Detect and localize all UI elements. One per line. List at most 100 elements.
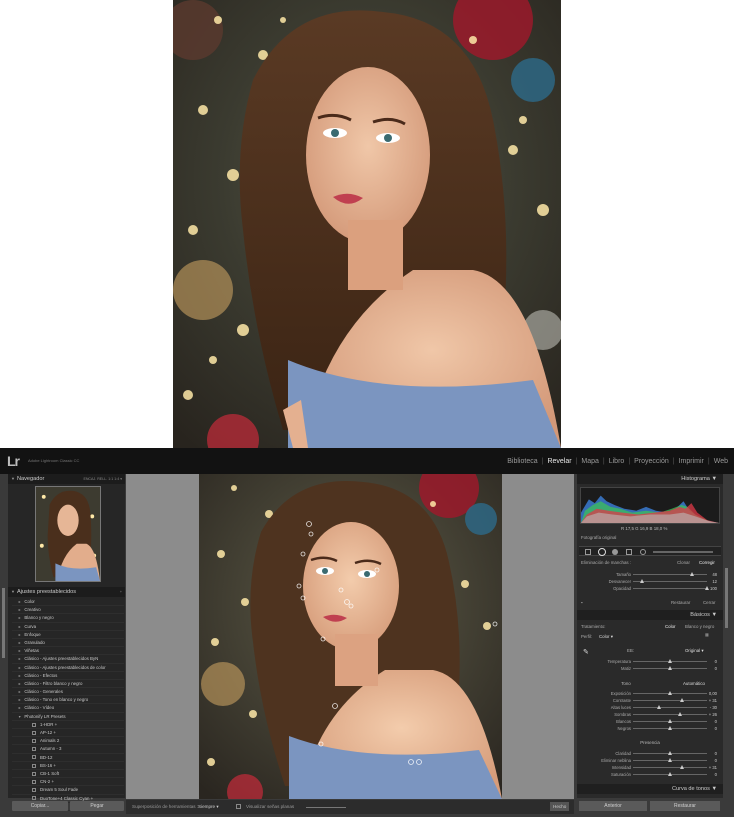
slider-value[interactable]: 100 bbox=[710, 585, 717, 592]
preset-folder[interactable]: ► Creativo bbox=[12, 606, 124, 615]
slider-track[interactable] bbox=[633, 700, 707, 701]
slider-knob[interactable] bbox=[668, 758, 672, 762]
preset-folder[interactable]: ► Clásico - Efectos bbox=[12, 672, 124, 680]
spot-close-button[interactable]: Cerrar bbox=[703, 600, 715, 605]
graduated-filter-icon[interactable] bbox=[626, 549, 632, 555]
preset-item[interactable]: Animals 2 bbox=[12, 737, 124, 746]
spot-reset-button[interactable]: Restaurar bbox=[671, 600, 690, 605]
slider-knob[interactable] bbox=[677, 712, 682, 716]
auto-tone-button[interactable]: Automático bbox=[683, 681, 705, 686]
slider-value[interactable]: - 30 bbox=[710, 704, 717, 711]
slider-knob[interactable] bbox=[639, 579, 644, 583]
treatment-color[interactable]: Color bbox=[665, 624, 676, 629]
slider-row[interactable]: Temperatura 0 bbox=[577, 658, 723, 665]
preset-folder[interactable]: ► Clásico - Generales bbox=[12, 688, 124, 697]
preset-item[interactable]: Autumn - 3 bbox=[12, 745, 124, 754]
slider-value[interactable]: 0 bbox=[715, 665, 717, 672]
preset-folder[interactable]: ► Enfoque bbox=[12, 631, 124, 639]
slider-row[interactable]: Desvanecer 12 bbox=[577, 578, 723, 585]
preset-folder[interactable]: ► Viñetas bbox=[12, 647, 124, 656]
slider-knob[interactable] bbox=[679, 698, 684, 702]
slider-row[interactable]: Contraste + 31 bbox=[577, 697, 723, 704]
preset-folder[interactable]: ► Curva bbox=[12, 623, 124, 631]
preset-folder[interactable]: ► Granulado bbox=[12, 639, 124, 648]
slider-value[interactable]: 0 bbox=[715, 771, 717, 778]
slider-row[interactable]: Sombras + 26 bbox=[577, 711, 723, 718]
histogram[interactable] bbox=[580, 487, 720, 524]
preset-item[interactable]: AP-12 + bbox=[12, 729, 124, 738]
spot-removal-icon[interactable] bbox=[598, 548, 606, 556]
right-panel-scrollbar[interactable] bbox=[725, 568, 728, 628]
preset-item[interactable]: Dream 5 Soul Fade bbox=[12, 786, 124, 795]
slider-track[interactable] bbox=[633, 574, 707, 575]
module-imprimir[interactable]: Imprimir bbox=[678, 458, 705, 465]
preset-folder[interactable]: ► Clásico - Filtro blanco y negro bbox=[12, 680, 124, 689]
tone-curve-header[interactable]: Curva de tonos ▼ bbox=[577, 784, 723, 794]
slider-value[interactable]: 0 bbox=[715, 658, 717, 665]
module-revelar[interactable]: Revelar bbox=[546, 458, 572, 465]
basic-header[interactable]: Básicos ▼ bbox=[577, 610, 723, 620]
slider-knob[interactable] bbox=[668, 751, 672, 755]
slider-knob[interactable] bbox=[668, 726, 672, 730]
red-eye-icon[interactable] bbox=[612, 549, 618, 555]
preset-item[interactable]: BS-16 + bbox=[12, 762, 124, 770]
crop-icon[interactable] bbox=[585, 549, 591, 555]
slider-row[interactable]: Intensidad + 31 bbox=[577, 764, 723, 771]
slider-row[interactable]: Saturación 0 bbox=[577, 771, 723, 778]
slider-value[interactable]: 48 bbox=[712, 571, 717, 578]
slider-row[interactable]: Opacidad 100 bbox=[577, 585, 723, 592]
slider-track[interactable] bbox=[633, 714, 707, 715]
navigator-zoom-options[interactable]: ENCAJ. RELL. 1:1 1:4 ▾ bbox=[83, 474, 122, 484]
preset-folder[interactable]: ► Clásico - Tono en blanco y negro bbox=[12, 696, 124, 705]
slider-value[interactable]: + 26 bbox=[709, 711, 717, 718]
main-photo[interactable] bbox=[199, 474, 502, 799]
module-mapa[interactable]: Mapa bbox=[580, 458, 600, 465]
slider-knob[interactable] bbox=[668, 659, 672, 663]
module-libro[interactable]: Libro bbox=[608, 458, 626, 465]
preset-folder[interactable]: ► Blanco y negro bbox=[12, 614, 124, 623]
profile-browser-icon[interactable]: ▦ bbox=[705, 632, 709, 637]
histogram-header[interactable]: Histograma ▼ bbox=[577, 474, 723, 484]
slider-row[interactable]: Altas luces - 30 bbox=[577, 704, 723, 711]
slider-value[interactable]: + 31 bbox=[709, 764, 717, 771]
preset-folder[interactable]: ► Clásico - Ajustes preestablecidos de co… bbox=[12, 664, 124, 672]
preset-item[interactable]: BD-12 bbox=[12, 754, 124, 762]
slider-knob[interactable] bbox=[690, 572, 695, 576]
presets-header[interactable]: ▼ Ajustes preestablecidos + bbox=[8, 587, 125, 597]
clone-toggle[interactable]: Clonar bbox=[677, 560, 690, 565]
slider-track[interactable] bbox=[633, 767, 707, 768]
tool-overlay-select[interactable]: Siempre ▾ bbox=[198, 800, 219, 814]
copy-button[interactable]: Copiar... bbox=[12, 801, 68, 811]
profile-select[interactable]: Color ▾ bbox=[599, 634, 613, 640]
brush-slider-icon[interactable] bbox=[653, 551, 713, 553]
wb-select[interactable]: Original ▾ bbox=[685, 648, 704, 654]
preset-folder[interactable]: ► Color bbox=[12, 598, 124, 607]
slider-knob[interactable] bbox=[668, 691, 672, 695]
slider-knob[interactable] bbox=[668, 719, 672, 723]
slider-knob[interactable] bbox=[668, 772, 672, 776]
reset-button[interactable]: Restaurar bbox=[650, 801, 720, 811]
preset-item[interactable]: CN-2 + bbox=[12, 778, 124, 787]
slider-track[interactable] bbox=[633, 588, 707, 589]
paste-button[interactable]: Pegar bbox=[70, 801, 124, 811]
treatment-bw[interactable]: Blanco y negro bbox=[685, 624, 714, 629]
done-button[interactable]: Hecho bbox=[550, 802, 570, 811]
slider-knob[interactable] bbox=[656, 705, 661, 709]
module-web[interactable]: Web bbox=[713, 458, 729, 465]
slider-value[interactable]: 0 bbox=[715, 725, 717, 732]
slider-knob[interactable] bbox=[679, 765, 684, 769]
slider-value[interactable]: 0 bbox=[715, 757, 717, 764]
panel-toggle-icon[interactable]: ▪ bbox=[581, 600, 583, 605]
heal-toggle[interactable]: Corregir bbox=[699, 560, 715, 565]
eyedropper-icon[interactable]: ✎ bbox=[583, 648, 589, 656]
slider-value[interactable]: 0 bbox=[715, 718, 717, 725]
show-pins-checkbox[interactable] bbox=[236, 804, 241, 809]
slider-row[interactable]: Negros 0 bbox=[577, 725, 723, 732]
slider-track[interactable] bbox=[633, 581, 707, 582]
module-proyeccion[interactable]: Proyección bbox=[633, 458, 670, 465]
slider-row[interactable]: Matiz 0 bbox=[577, 665, 723, 672]
navigator-header[interactable]: ▼ Navegador ENCAJ. RELL. 1:1 1:4 ▾ bbox=[8, 474, 125, 484]
preset-folder[interactable]: ► Clásico - Ajustes preestablecidos ByN bbox=[12, 655, 124, 664]
left-panel-scrollbar[interactable] bbox=[2, 588, 5, 658]
slider-value[interactable]: + 31 bbox=[709, 697, 717, 704]
